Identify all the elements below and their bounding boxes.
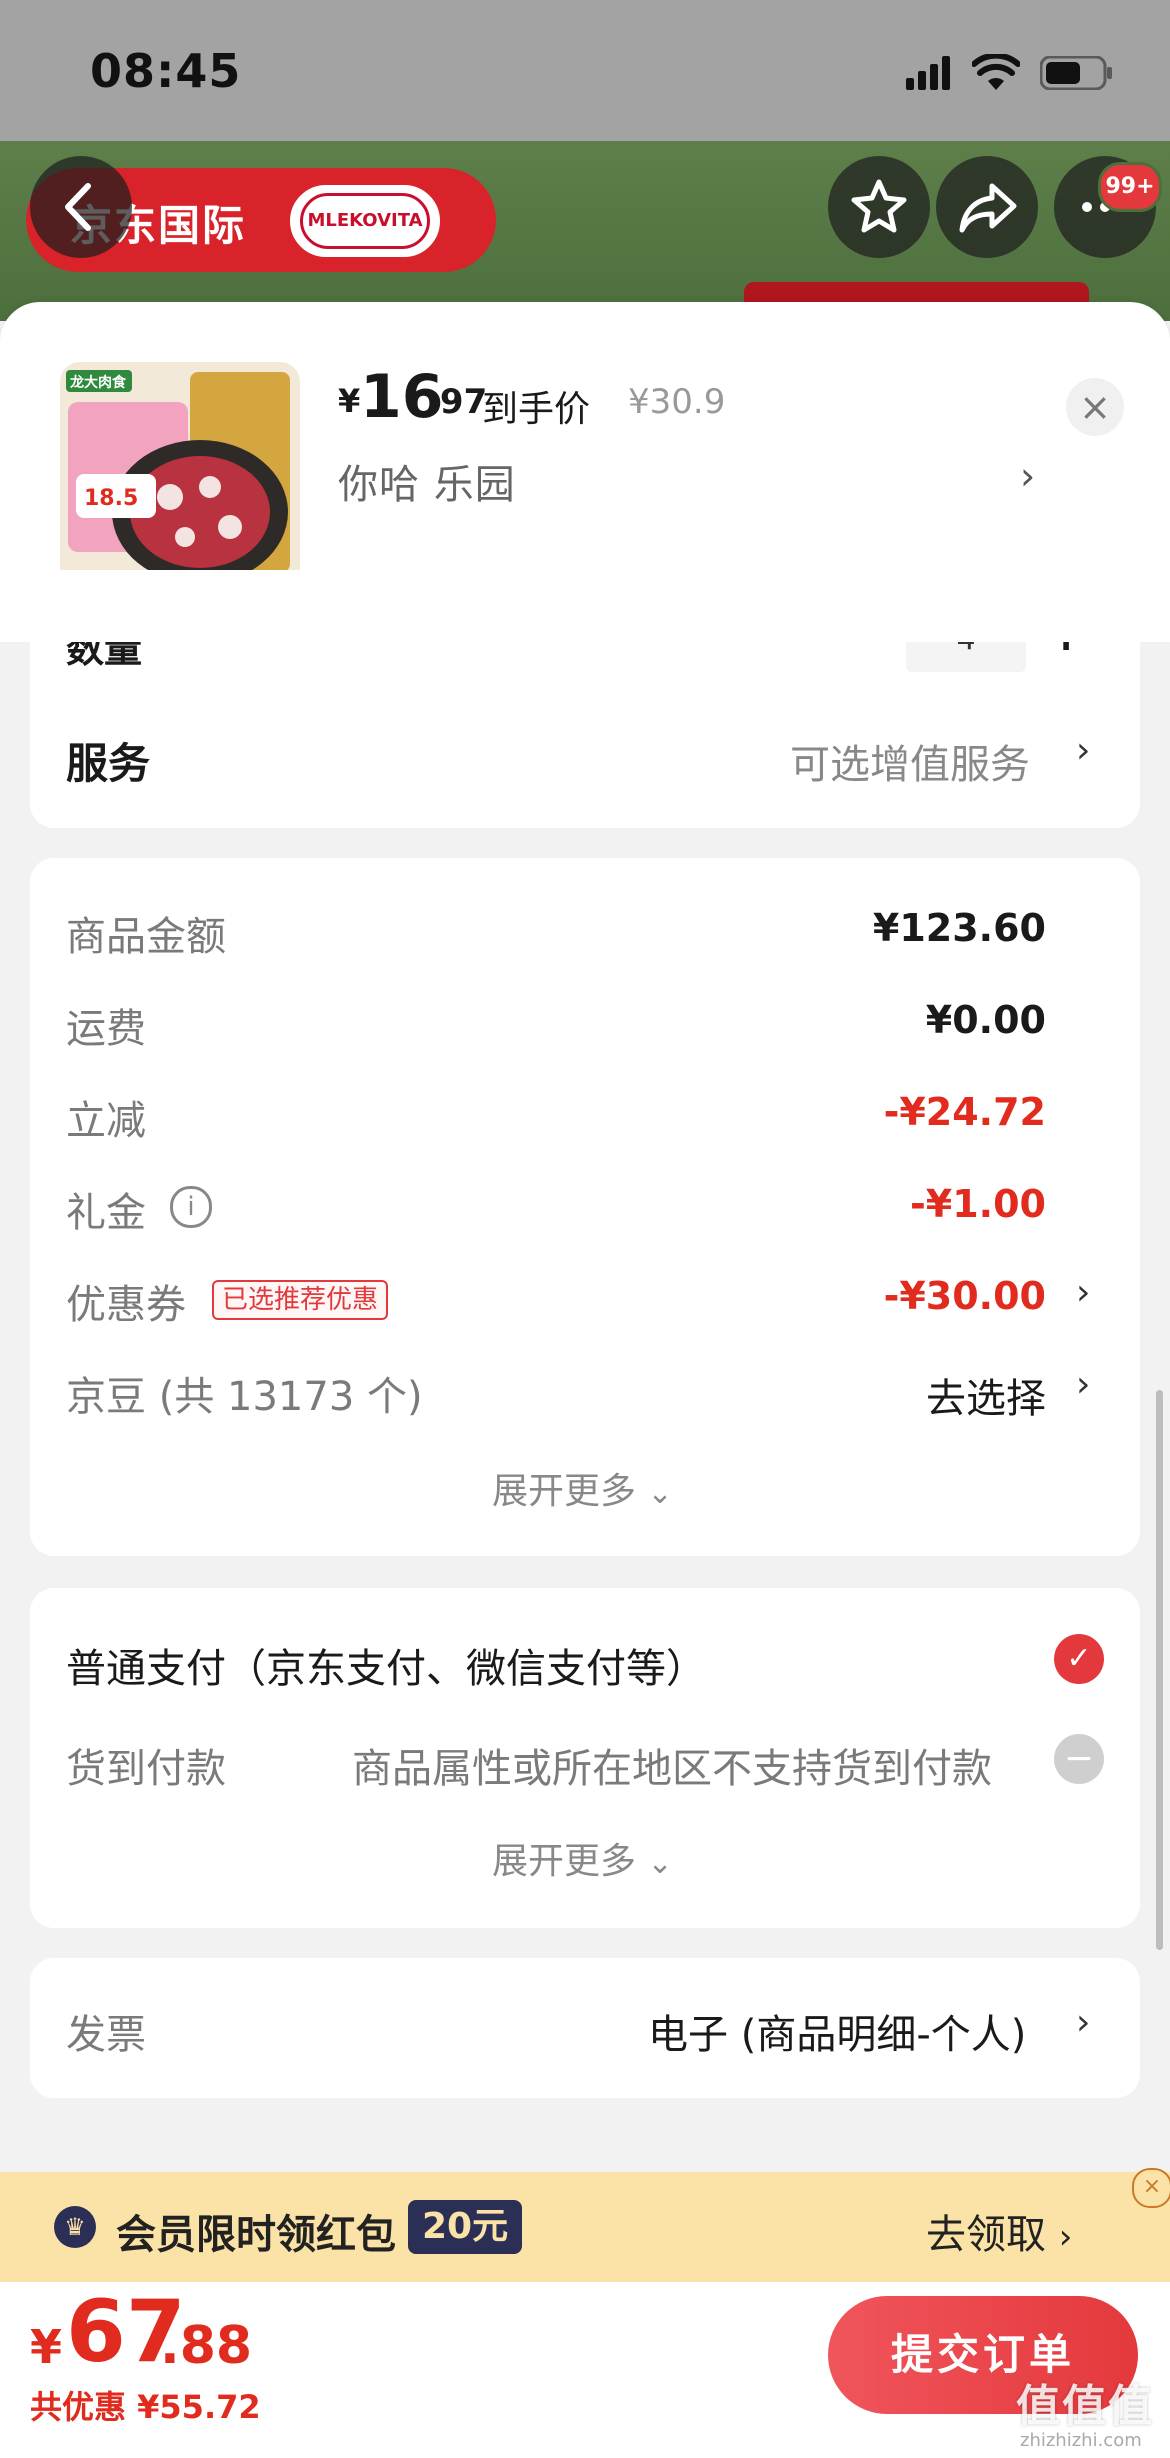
chevron-right-icon[interactable]: › (1076, 2002, 1090, 2043)
promo-amount: 20元 (408, 2200, 523, 2254)
summary-value-coupon[interactable]: -¥30.00 (780, 1274, 1046, 1318)
chevron-right-icon[interactable]: › (1076, 730, 1090, 771)
summary-value-goods: ¥123.60 (872, 906, 1046, 950)
expand-more-summary[interactable]: 展开更多 ⌄ (492, 1462, 673, 1514)
close-button[interactable]: × (1066, 378, 1124, 436)
chevron-left-icon (65, 183, 91, 231)
status-time: 08:45 (90, 44, 242, 98)
share-icon (959, 183, 1017, 233)
total-savings: 共优惠 ¥55.72 (30, 2388, 261, 2426)
check-icon[interactable]: ✓ (1054, 1634, 1104, 1684)
promo-claim-label: 去领取 (926, 2212, 1046, 2258)
chevron-right-icon: › (1058, 2217, 1073, 2257)
share-button[interactable] (936, 156, 1038, 258)
close-icon[interactable]: × (1132, 2168, 1170, 2208)
cod-unavailable-note: 商品属性或所在地区不支持货到付款 (352, 1746, 992, 1792)
chevron-down-icon: ⌄ (647, 1846, 673, 1881)
info-icon[interactable]: i (170, 1186, 212, 1228)
summary-label-gift: 礼金 (66, 1190, 146, 1236)
price-currency: ¥ (338, 382, 361, 420)
promo-claim-button[interactable]: 去领取 › (926, 2202, 1072, 2260)
favorite-button[interactable] (828, 156, 930, 258)
expand-more-payment[interactable]: 展开更多 ⌄ (492, 1832, 673, 1884)
signal-icon (906, 56, 950, 90)
original-price: ¥30.9 (628, 382, 726, 422)
watermark: 值值值 (1016, 2381, 1154, 2432)
summary-label-coupon: 优惠券 (66, 1282, 186, 1328)
summary-label-jingdou: 京豆 (共 13173 个) (66, 1374, 423, 1420)
price-label: 到手价 (482, 389, 591, 430)
disabled-icon: − (1054, 1734, 1104, 1784)
variant-selector[interactable]: 你哈 乐园 (338, 452, 516, 510)
chevron-down-icon: ⌄ (647, 1476, 673, 1511)
promo-text: 会员限时领红包 (116, 2212, 396, 2258)
total-decimal: .88 (160, 2316, 253, 2376)
summary-label-shipping: 运费 (66, 1006, 146, 1052)
chevron-right-icon[interactable]: › (1076, 1364, 1090, 1405)
product-sheet-bottom (0, 570, 1170, 642)
invoice-value[interactable]: 电子 (商品明细-个人) (648, 2002, 1026, 2060)
chevron-right-icon[interactable]: › (1020, 454, 1035, 498)
summary-label-goods: 商品金额 (66, 914, 226, 960)
price-decimal: .97 (427, 382, 488, 422)
payment-option-normal[interactable]: 普通支付（京东支付、微信支付等） (66, 1636, 706, 1694)
battery-icon (1040, 56, 1112, 90)
product-thumbnail-art (60, 362, 300, 602)
scrollbar[interactable] (1156, 1390, 1163, 1950)
watermark-sub: zhizhizhi.com (1020, 2430, 1142, 2451)
cart-badge: 99+ (1098, 162, 1162, 212)
summary-value-discount: -¥24.72 (883, 1090, 1046, 1134)
close-icon: × (1079, 385, 1111, 429)
expand-more-label: 展开更多 (492, 1471, 637, 1512)
expand-more-label: 展开更多 (492, 1841, 637, 1882)
brand-logo-text: MLEKOVITA (300, 193, 430, 249)
summary-value-jingdou[interactable]: 去选择 (780, 1366, 1046, 1424)
service-value[interactable]: 可选增值服务 (790, 732, 1030, 790)
coupon-recommended-tag: 已选推荐优惠 (212, 1280, 389, 1320)
back-button[interactable] (30, 156, 132, 258)
total-currency: ¥ (30, 2320, 63, 2374)
product-thumbnail[interactable]: 龙大肉食 18.5 (60, 362, 300, 602)
summary-value-shipping: ¥0.00 (925, 998, 1046, 1042)
summary-value-gift: -¥1.00 (910, 1182, 1046, 1226)
wifi-icon (972, 54, 1020, 90)
service-label: 服务 (66, 739, 151, 788)
invoice-label: 发票 (66, 2012, 146, 2058)
thumbnail-price: 18.5 (84, 486, 139, 511)
chevron-right-icon[interactable]: › (1076, 1272, 1090, 1313)
payment-option-cod: 货到付款 (66, 1746, 226, 1792)
summary-label-discount: 立减 (66, 1098, 146, 1144)
star-icon (851, 179, 907, 233)
thumbnail-brand: 龙大肉食 (70, 375, 126, 391)
crown-icon: ♛ (54, 2206, 96, 2248)
